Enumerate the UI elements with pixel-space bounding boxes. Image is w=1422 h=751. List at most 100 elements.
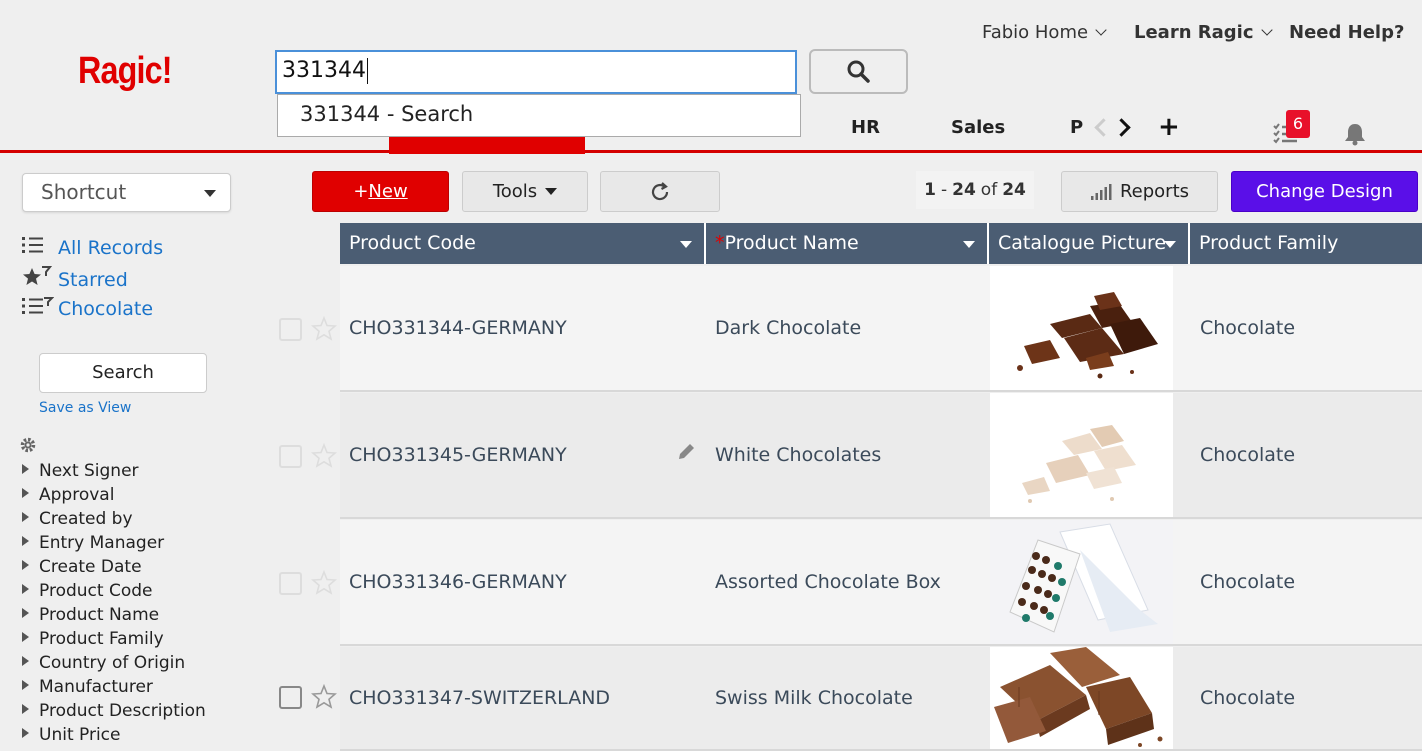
field-filter-label: Approval: [39, 485, 115, 505]
field-filter-label: Product Family: [39, 629, 164, 649]
field-filter-item[interactable]: Manufacturer: [22, 676, 206, 700]
column-label: Product Code: [349, 232, 476, 254]
field-filter-item[interactable]: Product Family: [22, 628, 206, 652]
sort-caret-icon[interactable]: [963, 241, 975, 248]
text-caret: [366, 58, 368, 84]
edit-pencil-icon[interactable]: [676, 442, 696, 462]
row-checkbox[interactable]: [279, 686, 302, 709]
column-header-catalogue-picture[interactable]: Catalogue Picture: [989, 223, 1190, 264]
row-checkbox[interactable]: [279, 445, 302, 468]
view-starred[interactable]: Starred: [22, 266, 128, 293]
add-tab-icon[interactable]: +: [1158, 112, 1180, 142]
save-as-view-link[interactable]: Save as View: [39, 400, 131, 416]
view-all-records[interactable]: All Records: [22, 236, 163, 259]
column-header-product-code[interactable]: Product Code: [340, 223, 706, 264]
expand-arrow-icon: [22, 560, 29, 570]
field-filter-item[interactable]: Product Description: [22, 700, 206, 724]
tab-scroll-right-icon[interactable]: [1112, 118, 1131, 137]
new-record-button[interactable]: + New: [312, 171, 449, 212]
view-label: All Records: [58, 236, 164, 259]
column-label: Catalogue Picture: [998, 232, 1167, 254]
row-checkbox[interactable]: [279, 318, 302, 341]
pagination-info: 1-24 of 24: [916, 171, 1034, 209]
field-filter-label: Product Name: [39, 605, 160, 625]
sort-caret-icon[interactable]: [1164, 241, 1176, 248]
view-chocolate[interactable]: Chocolate: [22, 297, 153, 320]
global-search-input[interactable]: 331344: [275, 50, 797, 94]
learn-ragic-menu[interactable]: Learn Ragic: [1134, 22, 1273, 43]
cell-product-family: Chocolate: [1200, 317, 1296, 339]
expand-arrow-icon: [22, 536, 29, 546]
field-filter-label: Create Date: [39, 557, 142, 577]
table-row[interactable]: CHO331344-GERMANY Dark Chocolate Chocola…: [340, 266, 1422, 392]
tab-active[interactable]: [389, 136, 585, 154]
star-filter-icon: [23, 266, 53, 285]
bell-icon[interactable]: [1344, 122, 1366, 146]
dark-chocolate-image[interactable]: [990, 266, 1173, 390]
table-header: Product Code *Product Name Catalogue Pic…: [340, 223, 1422, 264]
tab-hr[interactable]: HR: [851, 117, 880, 138]
list-icon: [22, 237, 43, 253]
refresh-button[interactable]: [600, 171, 720, 212]
column-header-product-family[interactable]: Product Family: [1190, 223, 1422, 264]
change-design-button[interactable]: Change Design: [1231, 171, 1418, 212]
expand-arrow-icon: [22, 584, 29, 594]
field-filter-item[interactable]: Country of Origin: [22, 652, 206, 676]
search-icon: [847, 60, 870, 83]
shortcut-label: Shortcut: [41, 180, 127, 204]
field-filter-label: Entry Manager: [39, 533, 165, 553]
tab-sales[interactable]: Sales: [951, 117, 1005, 138]
need-help-link[interactable]: Need Help?: [1289, 22, 1404, 43]
table-row[interactable]: CHO331346-GERMANY Assorted Chocolate Box…: [340, 520, 1422, 646]
expand-arrow-icon: [22, 464, 29, 474]
expand-arrow-icon: [22, 656, 29, 666]
field-filter-item[interactable]: Created by: [22, 508, 206, 532]
search-button[interactable]: [809, 49, 908, 94]
account-menu-label: Fabio Home: [982, 22, 1089, 43]
cell-product-name: Swiss Milk Chocolate: [715, 687, 913, 709]
expand-arrow-icon: [22, 488, 29, 498]
field-filter-item[interactable]: Unit Price: [22, 724, 206, 748]
field-filter-item[interactable]: Entry Manager: [22, 532, 206, 556]
bar-chart-icon: [1090, 183, 1112, 200]
new-plus-sign: +: [353, 181, 369, 202]
tab-truncated[interactable]: P: [1070, 117, 1083, 138]
field-filter-item[interactable]: Next Signer: [22, 460, 206, 484]
ragic-logo[interactable]: Ragic!: [78, 50, 172, 93]
star-icon[interactable]: [311, 570, 337, 595]
chocolate-box-image[interactable]: [990, 520, 1173, 644]
field-filter-label: Manufacturer: [39, 677, 153, 697]
star-icon[interactable]: [311, 316, 337, 341]
shortcut-dropdown[interactable]: Shortcut: [22, 173, 231, 212]
cell-product-family: Chocolate: [1200, 571, 1296, 593]
gear-icon[interactable]: [19, 436, 37, 454]
account-menu[interactable]: Fabio Home: [982, 22, 1107, 43]
table-row[interactable]: CHO331345-GERMANY White Chocolates Choco…: [340, 393, 1422, 519]
reports-button[interactable]: Reports: [1061, 171, 1218, 212]
field-filter-item[interactable]: Create Date: [22, 556, 206, 580]
field-filter-label: Created by: [39, 509, 133, 529]
white-chocolate-image[interactable]: [990, 393, 1173, 517]
field-filter-item[interactable]: Approval: [22, 484, 206, 508]
tab-scroll-left-icon[interactable]: [1094, 118, 1113, 137]
table-row[interactable]: CHO331347-SWITZERLAND Swiss Milk Chocola…: [340, 647, 1422, 751]
sidebar-search-button[interactable]: Search: [39, 353, 207, 393]
row-checkbox[interactable]: [279, 572, 302, 595]
star-icon[interactable]: [311, 684, 337, 709]
expand-arrow-icon: [22, 704, 29, 714]
expand-arrow-icon: [22, 608, 29, 618]
column-header-product-name[interactable]: *Product Name: [706, 223, 989, 264]
field-filter-item[interactable]: Product Code: [22, 580, 206, 604]
milk-chocolate-image[interactable]: [990, 647, 1173, 749]
new-label: New: [368, 181, 408, 202]
refresh-icon: [651, 181, 669, 200]
sort-caret-icon[interactable]: [680, 241, 692, 248]
field-filter-item[interactable]: Product Name: [22, 604, 206, 628]
tools-button[interactable]: Tools: [462, 171, 588, 212]
pager-end: 24: [952, 180, 976, 200]
search-suggestion-item[interactable]: 331344 - Search: [277, 94, 801, 137]
star-icon[interactable]: [311, 443, 337, 468]
field-filter-label: Product Description: [39, 701, 206, 721]
view-label: Chocolate: [58, 297, 154, 320]
column-label: Product Family: [1199, 232, 1339, 254]
